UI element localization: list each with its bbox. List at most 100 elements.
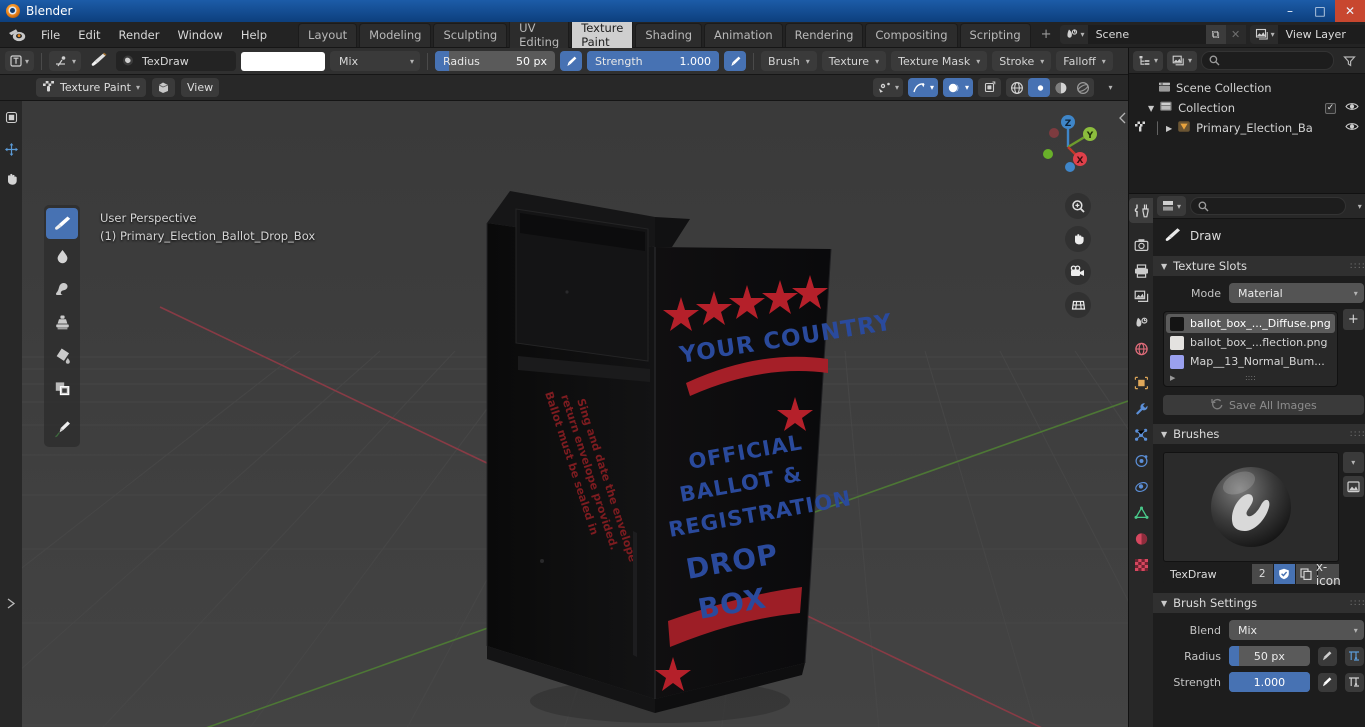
texture-slots-panel-header[interactable]: ▼ Texture Slots :::: [1153,256,1365,276]
material-preview-shading-button[interactable] [1050,78,1072,97]
world-properties-tab[interactable] [1129,336,1153,361]
wireframe-shading-button[interactable] [1006,78,1028,97]
material-properties-tab[interactable] [1129,526,1153,551]
pan-view-button[interactable] [1065,226,1091,252]
sidebar-expand-icon[interactable] [1117,107,1128,129]
outliner-row-scene-collection[interactable]: Scene Collection [1129,78,1365,98]
workspace-tab-shading[interactable]: Shading [635,22,703,47]
radius-pressure-curve-toggle[interactable] [1344,646,1364,666]
brush-users-count[interactable]: 2 [1251,564,1273,584]
scene-name[interactable]: Scene [1087,25,1206,44]
workspace-tab-rendering[interactable]: Rendering [784,22,864,47]
texture-popover[interactable]: Texture ▾ [821,51,887,71]
navigation-gizmo[interactable]: Z Y X [1034,109,1102,177]
texture-slot-item-1[interactable]: ballot_box_...flection.png [1166,333,1335,352]
texture-slot-item-0[interactable]: ballot_box_..._Diffuse.png [1166,314,1335,333]
close-button[interactable]: ✕ [1335,0,1365,22]
texture-properties-tab[interactable] [1129,552,1153,577]
radius-prop-slider[interactable]: 50 px [1229,646,1310,666]
outliner-row-object[interactable]: │ ▶ Primary_Election_Ba [1129,118,1365,138]
radius-pressure-toggle[interactable] [560,51,583,71]
brush-gizmo-button[interactable]: ▾ [49,51,82,71]
zoom-view-button[interactable] [1065,193,1091,219]
object-expander-icon[interactable]: ▶ [1166,124,1172,133]
draw-tool-button[interactable] [46,208,78,239]
strength-pressure-curve-toggle[interactable] [1344,672,1364,692]
properties-editor-type-button[interactable]: ▾ [1157,196,1187,216]
properties-scroll-area[interactable]: Draw ▼ Texture Slots :::: Mode Material [1153,219,1365,727]
particle-properties-tab[interactable] [1129,422,1153,447]
solid-shading-button[interactable] [1028,78,1050,97]
object-data-button[interactable] [152,78,175,97]
collection-expander-icon[interactable]: ▼ [1148,104,1154,113]
physics-properties-tab[interactable] [1129,448,1153,473]
brush-preview-button[interactable] [1342,476,1364,497]
radius-slider[interactable]: Radius 50 px [435,51,556,71]
render-properties-tab[interactable] [1129,232,1153,257]
data-properties-tab[interactable] [1129,500,1153,525]
stroke-popover[interactable]: Stroke ▾ [992,51,1052,71]
clone-tool-button[interactable] [46,307,78,338]
mask-tool-button[interactable] [46,373,78,404]
toggle-perspective-button[interactable] [1065,292,1091,318]
view-layer-name[interactable]: View Layer [1277,25,1365,44]
outliner-search-input[interactable] [1201,51,1334,70]
collection-checkbox[interactable]: ✓ [1325,102,1336,114]
show-gizmo-toggle[interactable]: ▾ [872,78,903,97]
fake-user-toggle[interactable] [1273,564,1295,584]
workspace-tab-sculpting[interactable]: Sculpting [433,22,508,47]
properties-search-input[interactable] [1190,197,1346,215]
menu-window[interactable]: Window [168,25,231,45]
smear-tool-button[interactable] [46,274,78,305]
duplicate-brush-button[interactable] [1295,564,1317,584]
workspace-tab-layout[interactable]: Layout [298,22,358,47]
menu-help[interactable]: Help [232,25,276,45]
workspace-tab-animation[interactable]: Animation [704,22,783,47]
menu-render[interactable]: Render [110,25,169,45]
texture-mode-dropdown[interactable]: Material ▾ [1229,283,1364,303]
sidebar-collapse-icon[interactable] [0,591,22,615]
scene-properties-tab[interactable] [1129,310,1153,335]
tool-properties-tab[interactable] [1129,198,1153,223]
strength-pressure-toggle[interactable] [724,51,747,71]
shading-popover-chevron[interactable]: ▾ [1099,78,1122,97]
blend-dropdown[interactable]: Mix ▾ [1229,620,1364,640]
show-overlays-toggle[interactable]: ▾ [907,78,938,97]
falloff-popover[interactable]: Falloff ▾ [1056,51,1113,71]
annotate-tool-button[interactable] [46,413,78,444]
scene-new-button[interactable]: ⧉ [1205,25,1226,44]
object-properties-tab[interactable] [1129,370,1153,395]
outliner-display-mode-button[interactable]: ▾ [1133,50,1164,71]
outliner-filter-id-button[interactable]: ▾ [1167,50,1198,71]
blend-mode-dropdown[interactable]: Mix ▾ [330,51,421,71]
soften-tool-button[interactable] [46,241,78,272]
camera-view-button[interactable] [1065,259,1091,285]
fill-tool-button[interactable] [46,340,78,371]
editor-corner-icon[interactable] [0,105,22,129]
view-layer-icon[interactable]: ▾ [1250,28,1278,41]
minimize-button[interactable]: – [1275,0,1305,22]
interaction-mode-selector[interactable]: Texture Paint ▾ [36,78,146,97]
outliner-filter-button[interactable] [1338,51,1361,71]
panel-drag-dots[interactable]: :::: [1350,261,1365,271]
brush-settings-drag-dots[interactable]: :::: [1350,598,1365,608]
menu-edit[interactable]: Edit [69,25,109,45]
menu-file[interactable]: File [32,25,69,45]
view-layer-properties-tab[interactable] [1129,284,1153,309]
xray-toggle[interactable]: ▾ [942,78,973,97]
add-texture-slot-button[interactable]: + [1342,309,1364,330]
strength-slider[interactable]: Strength 1.000 [587,51,720,71]
brushes-panel-header[interactable]: ▼ Brushes :::: [1153,424,1365,444]
workspace-tab-compositing[interactable]: Compositing [865,22,958,47]
collection-visibility-eye-icon[interactable] [1345,101,1359,115]
workspace-tab-modeling[interactable]: Modeling [359,22,432,47]
brushes-panel-drag-dots[interactable]: :::: [1350,429,1365,439]
add-workspace-button[interactable]: + [1033,24,1060,45]
constraint-properties-tab[interactable] [1129,474,1153,499]
texture-mask-popover[interactable]: Texture Mask ▾ [891,51,988,71]
workspace-tab-scripting[interactable]: Scripting [959,22,1031,47]
strength-prop-slider[interactable]: 1.000 [1229,672,1310,692]
view-menu[interactable]: View [181,78,220,97]
texture-slot-list-footer[interactable]: ▶:::: [1166,371,1335,384]
blender-logo-icon[interactable] [8,26,26,44]
